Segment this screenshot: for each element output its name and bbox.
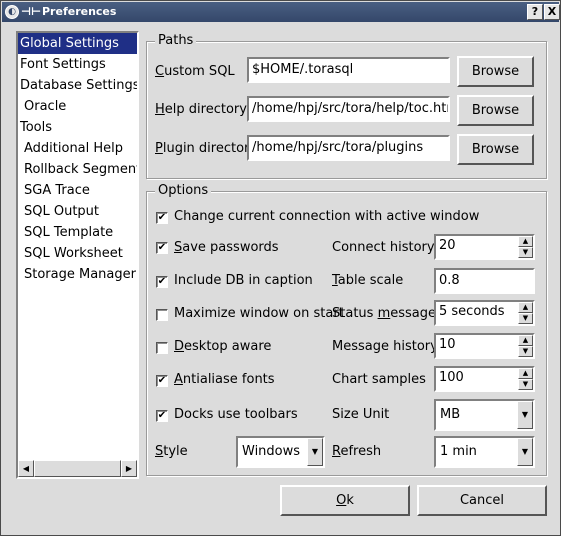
plugin-directory-field[interactable]: /home/hpj/src/tora/plugins xyxy=(247,135,450,161)
spin-up-icon[interactable]: ▲ xyxy=(518,368,533,379)
table-scale-label: Table scale xyxy=(332,273,404,288)
docks-toolbars-checkbox[interactable]: ✔ xyxy=(156,410,168,422)
sidebar-item-additional-help[interactable]: Additional Help xyxy=(24,138,123,159)
app-menu-icon[interactable]: ◐ xyxy=(5,5,19,19)
connect-history-value: 20 xyxy=(439,238,456,253)
scroll-right-icon[interactable]: ▶ xyxy=(121,460,137,477)
help-directory-browse-button[interactable]: Browse xyxy=(457,95,534,126)
chart-samples-label: Chart samples xyxy=(332,372,426,387)
sidebar-item-database-settings[interactable]: Database Settings xyxy=(20,75,137,96)
docks-toolbars-label: Docks use toolbars xyxy=(174,407,298,422)
size-unit-combo[interactable]: MB ▼ xyxy=(434,399,535,431)
options-group: Options ✔ Change current connection with… xyxy=(146,183,547,476)
plugin-directory-browse-button[interactable]: Browse xyxy=(457,134,534,165)
antialias-label: Antialiase fonts xyxy=(174,372,275,387)
refresh-label: Refresh xyxy=(332,444,382,459)
spin-up-icon[interactable]: ▲ xyxy=(518,335,533,346)
settings-category-items: Global Settings Font Settings Database Set… xyxy=(18,33,137,459)
sidebar-item-font-settings[interactable]: Font Settings xyxy=(20,54,106,75)
sidebar-item-tools[interactable]: Tools xyxy=(20,117,52,138)
sidebar-item-oracle[interactable]: Oracle xyxy=(24,96,66,117)
chevron-down-icon[interactable]: ▼ xyxy=(307,438,323,466)
connect-history-label: Connect history xyxy=(332,240,435,255)
sidebar-item-sql-worksheet[interactable]: SQL Worksheet xyxy=(24,243,123,264)
antialias-checkbox[interactable]: ✔ xyxy=(156,375,168,387)
status-message-value: 5 seconds xyxy=(439,304,505,319)
window-title: Preferences xyxy=(42,5,117,18)
options-group-title: Options xyxy=(155,183,212,198)
scroll-left-icon[interactable]: ◀ xyxy=(18,460,34,477)
paths-group: Paths Custom SQL $HOME/.torasql Browse H… xyxy=(146,33,547,179)
sidebar-item-sql-output[interactable]: SQL Output xyxy=(24,201,99,222)
help-directory-label: Help directory xyxy=(155,102,247,117)
spin-down-icon[interactable]: ▼ xyxy=(518,379,533,390)
scrollbar-thumb[interactable] xyxy=(34,460,121,477)
pin-icon[interactable]: ⊣⊢ xyxy=(21,5,41,19)
style-combo[interactable]: Windows ▼ xyxy=(236,436,325,468)
message-history-value: 10 xyxy=(439,337,456,352)
include-db-label: Include DB in caption xyxy=(174,273,313,288)
chevron-down-icon[interactable]: ▼ xyxy=(517,438,533,466)
sidebar-item-sga-trace[interactable]: SGA Trace xyxy=(24,180,90,201)
paths-group-title: Paths xyxy=(155,33,197,48)
close-button[interactable]: X xyxy=(544,4,560,20)
style-label: Style xyxy=(155,444,188,459)
style-combo-value: Windows xyxy=(242,444,301,459)
custom-sql-browse-button[interactable]: Browse xyxy=(457,56,534,87)
size-unit-label: Size Unit xyxy=(332,407,390,422)
sidebar-item-rollback-segments[interactable]: Rollback Segments xyxy=(24,159,137,180)
include-db-checkbox[interactable]: ✔ xyxy=(156,276,168,288)
save-passwords-label: Save passwords xyxy=(174,240,279,255)
message-history-spinbox[interactable]: 10 ▲ ▼ xyxy=(434,333,535,359)
plugin-directory-label: Plugin directory xyxy=(155,141,258,156)
change-connection-label: Change current connection with active wi… xyxy=(174,209,480,224)
title-icons: ◐ ⊣⊢ xyxy=(5,4,41,20)
custom-sql-label: Custom SQL xyxy=(155,64,235,79)
chart-samples-spinbox[interactable]: 100 ▲ ▼ xyxy=(434,366,535,392)
spin-down-icon[interactable]: ▼ xyxy=(518,346,533,357)
sidebar-item-global-settings[interactable]: Global Settings xyxy=(18,33,137,54)
chevron-down-icon[interactable]: ▼ xyxy=(517,401,533,429)
sidebar-item-sql-template[interactable]: SQL Template xyxy=(24,222,113,243)
maximize-label: Maximize window on start xyxy=(174,306,344,321)
spin-up-icon[interactable]: ▲ xyxy=(518,236,533,247)
connect-history-spinbox[interactable]: 20 ▲ ▼ xyxy=(434,234,535,260)
status-message-label: Status message xyxy=(332,306,436,321)
maximize-checkbox[interactable] xyxy=(156,309,168,321)
chart-samples-value: 100 xyxy=(439,370,464,385)
spin-up-icon[interactable]: ▲ xyxy=(518,302,533,313)
sidebar-item-storage-manager[interactable]: Storage Manager xyxy=(24,264,136,285)
help-button[interactable]: ? xyxy=(527,4,543,20)
custom-sql-field[interactable]: $HOME/.torasql xyxy=(247,57,450,83)
desktop-aware-checkbox[interactable] xyxy=(156,342,168,354)
status-message-spinbox[interactable]: 5 seconds ▲ ▼ xyxy=(434,300,535,326)
ok-button[interactable]: Ok xyxy=(280,485,410,516)
preferences-window: ◐ ⊣⊢ Preferences ? X Global Settings Font… xyxy=(0,0,561,536)
message-history-label: Message history xyxy=(332,339,438,354)
refresh-combo-value: 1 min xyxy=(440,444,477,459)
title-bar[interactable]: ◐ ⊣⊢ Preferences ? X xyxy=(2,2,560,22)
help-directory-field[interactable]: /home/hpj/src/tora/help/toc.htm xyxy=(247,96,450,122)
change-connection-checkbox[interactable]: ✔ xyxy=(156,212,168,224)
refresh-combo[interactable]: 1 min ▼ xyxy=(434,436,535,468)
horizontal-scrollbar[interactable]: ◀ ▶ xyxy=(18,460,137,477)
spin-down-icon[interactable]: ▼ xyxy=(518,313,533,324)
settings-category-list[interactable]: Global Settings Font Settings Database Set… xyxy=(16,31,139,479)
table-scale-field[interactable]: 0.8 xyxy=(434,268,535,294)
size-unit-combo-value: MB xyxy=(440,407,461,422)
cancel-button[interactable]: Cancel xyxy=(417,485,547,516)
spin-down-icon[interactable]: ▼ xyxy=(518,247,533,258)
desktop-aware-label: Desktop aware xyxy=(174,339,272,354)
save-passwords-checkbox[interactable]: ✔ xyxy=(156,242,168,254)
